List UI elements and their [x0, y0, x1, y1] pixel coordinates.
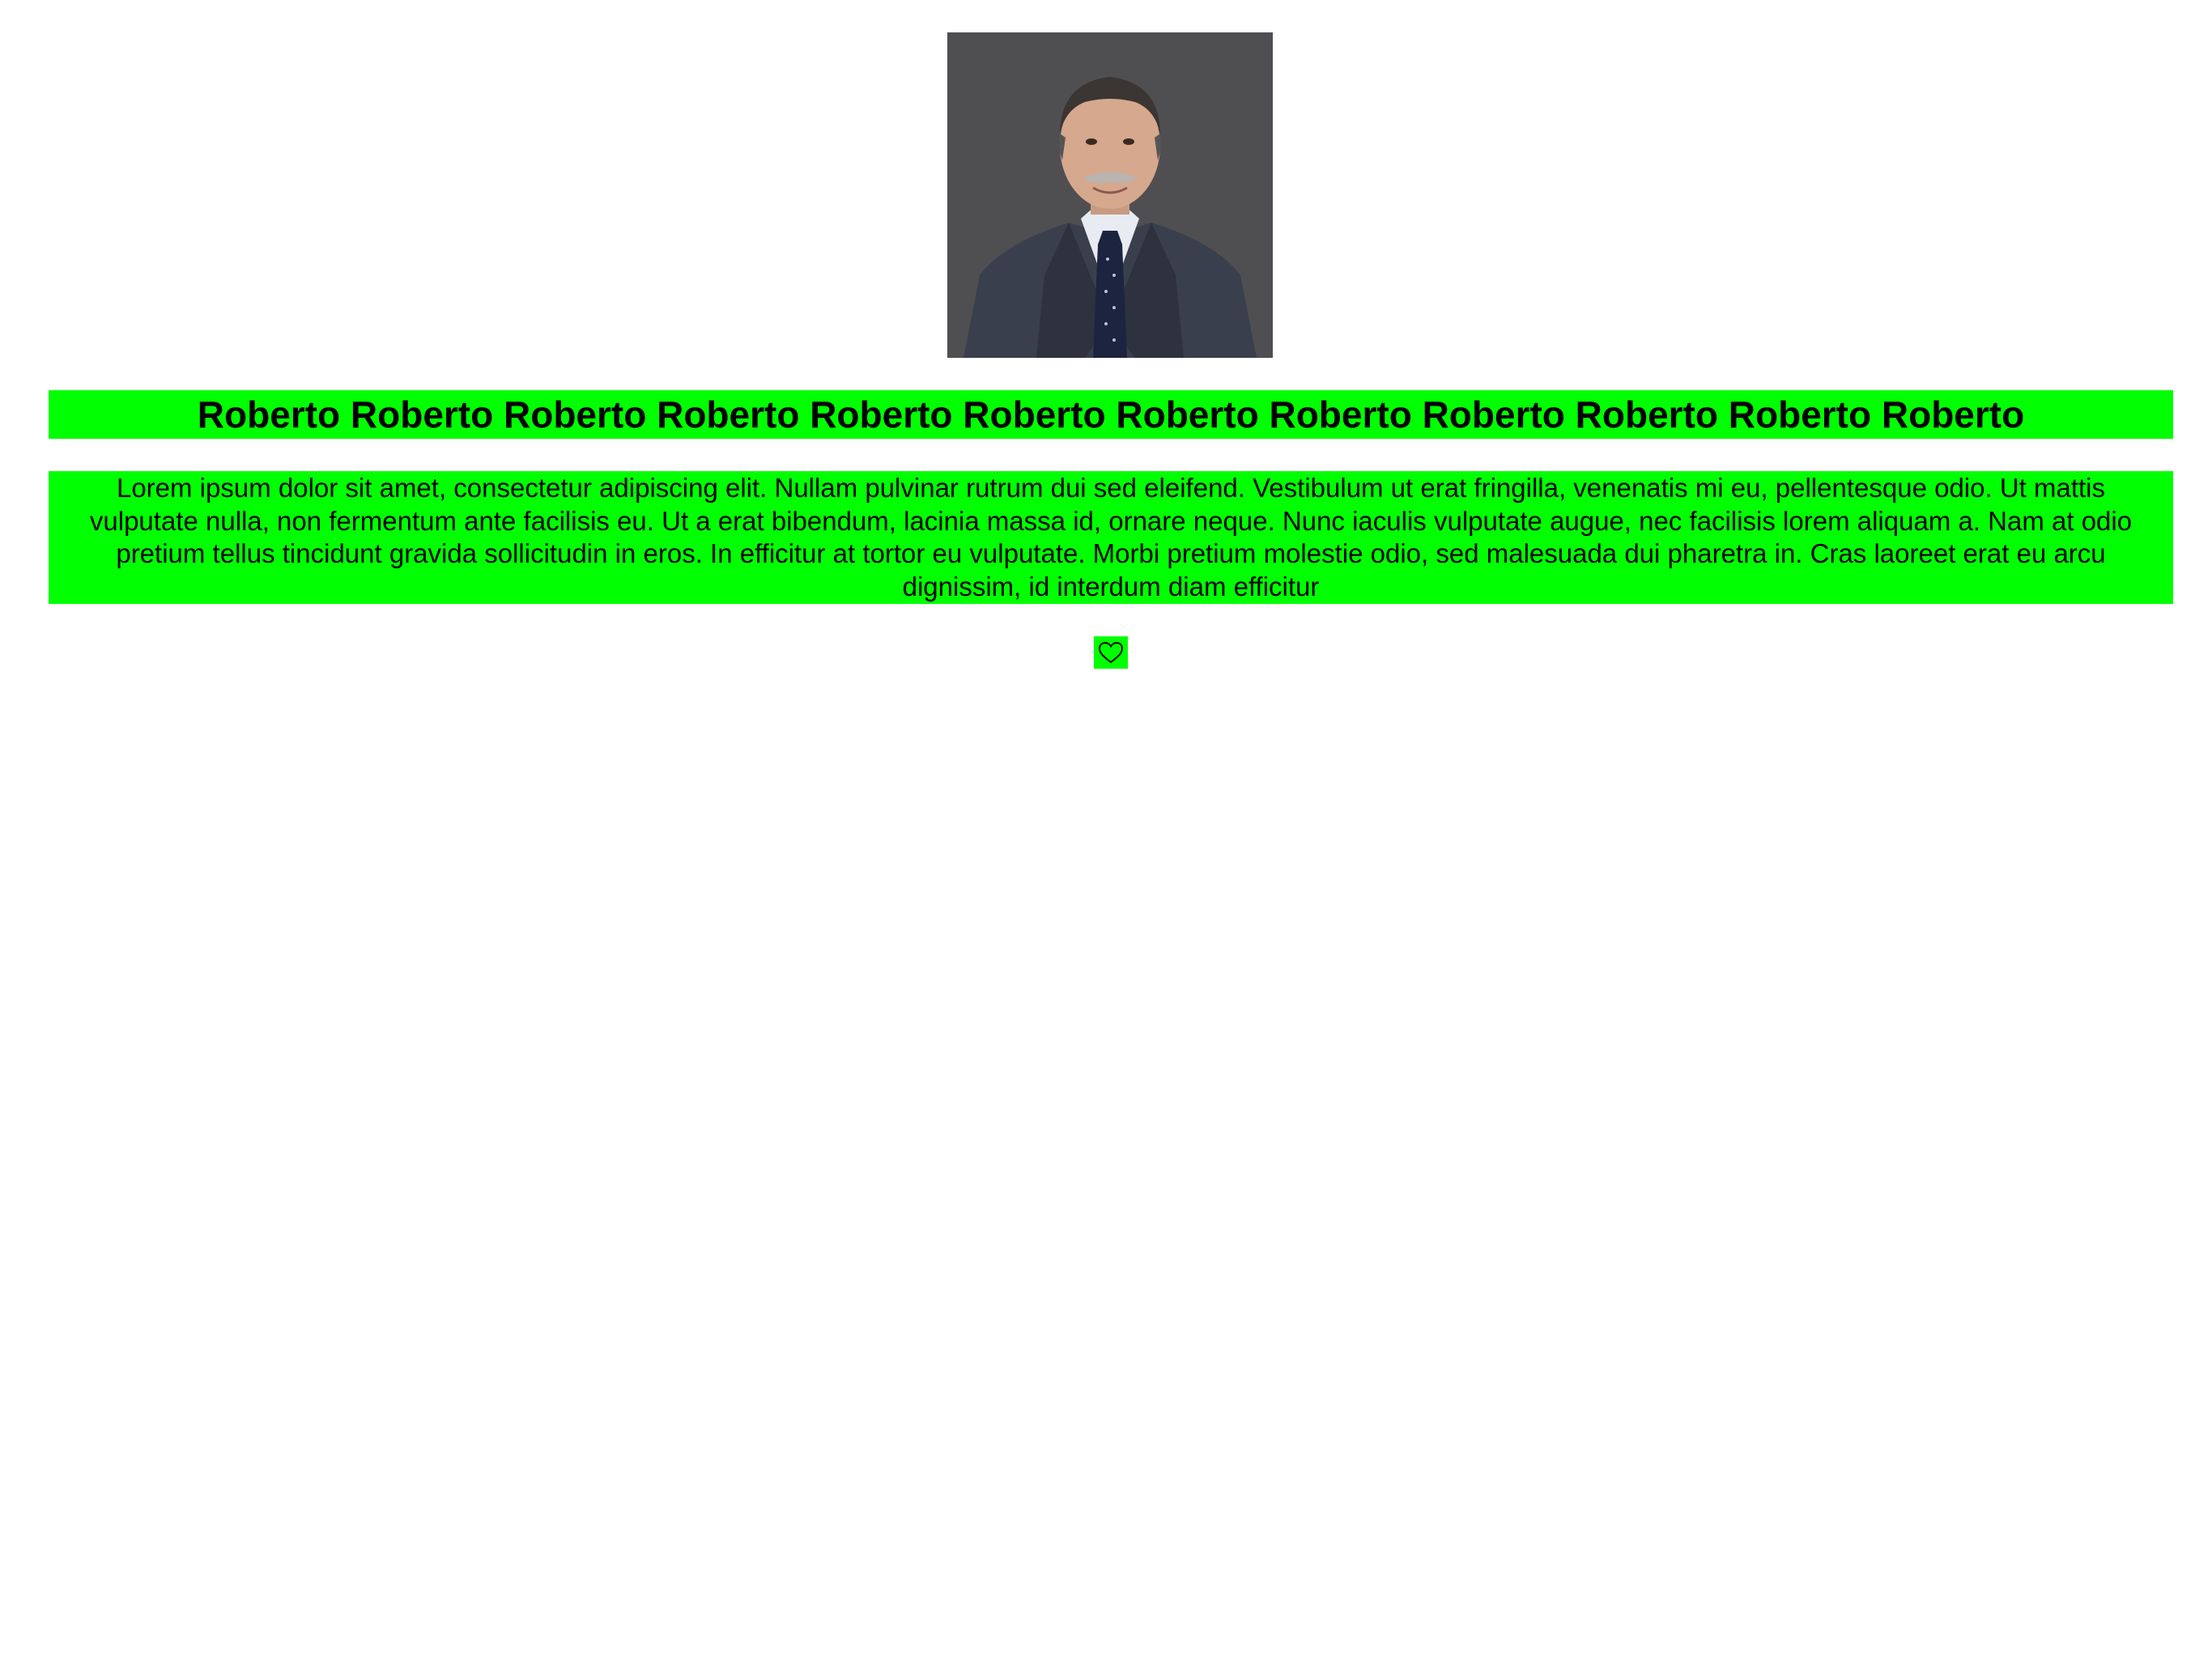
- like-button[interactable]: [1094, 636, 1128, 669]
- profile-photo: [947, 32, 1273, 358]
- profile-bio: Lorem ipsum dolor sit amet, consectetur …: [89, 473, 2133, 602]
- name-banner: Roberto Roberto Roberto Roberto Roberto …: [49, 390, 2173, 439]
- heart-icon: [1097, 640, 1125, 665]
- profile-name: Roberto Roberto Roberto Roberto Roberto …: [197, 393, 2025, 436]
- bio-panel: Lorem ipsum dolor sit amet, consectetur …: [49, 471, 2173, 604]
